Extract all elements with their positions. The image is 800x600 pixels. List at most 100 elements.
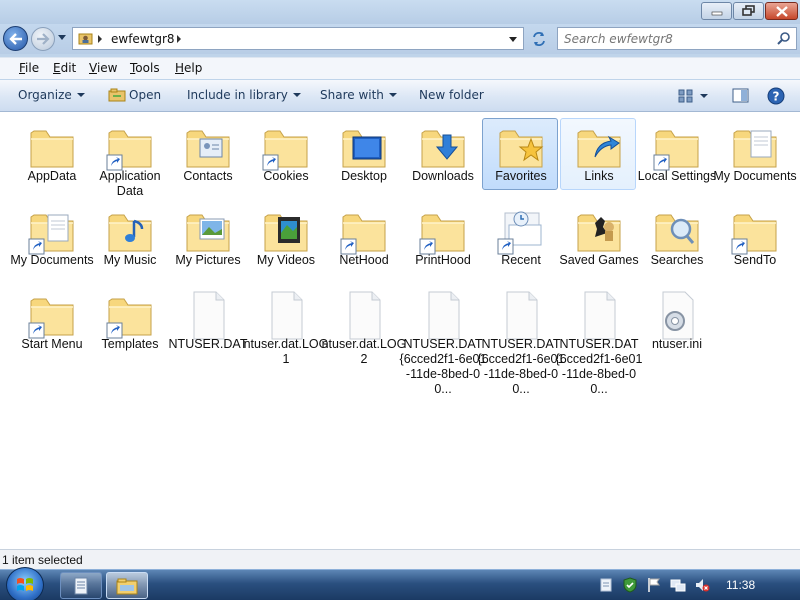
chevron-down-icon <box>76 93 85 97</box>
downloads-folder-icon <box>421 130 465 168</box>
taskbar-app-button[interactable] <box>60 572 102 599</box>
action-center-icon[interactable] <box>598 577 614 593</box>
file-item[interactable]: My Documents <box>713 118 797 190</box>
navigation-bar: ewfewtgr8 <box>0 24 800 54</box>
minimize-button[interactable] <box>701 2 732 20</box>
file-icon <box>506 291 538 340</box>
breadcrumb-current[interactable]: ewfewtgr8 <box>111 32 175 46</box>
open-button[interactable]: Open <box>129 88 161 102</box>
recent-pages-dropdown[interactable] <box>58 35 66 40</box>
links-folder-icon <box>577 130 621 168</box>
file-item[interactable]: Contacts <box>169 118 245 190</box>
file-item[interactable]: Links <box>560 118 636 190</box>
file-item[interactable]: My Documents <box>10 202 94 274</box>
file-item[interactable]: AppData <box>13 118 89 190</box>
file-item[interactable]: ntuser.dat.LOG2 <box>322 286 406 366</box>
file-item[interactable]: Cookies <box>247 118 323 190</box>
file-item[interactable]: Start Menu <box>13 286 89 358</box>
status-bar: 1 item selected <box>0 549 800 569</box>
file-item[interactable]: My Music <box>91 202 167 274</box>
file-item[interactable]: PrintHood <box>404 202 480 274</box>
menu-help[interactable]: Help <box>175 61 202 75</box>
menu-tools[interactable]: Tools <box>130 61 160 75</box>
include-in-library-button[interactable]: Include in library <box>187 88 301 102</box>
search-input[interactable] <box>564 31 774 47</box>
include-in-library-label: Include in library <box>187 88 288 102</box>
file-item-label: NTUSER.DAT{6cced2f1-6e01-11de-8bed-00... <box>399 337 487 396</box>
forward-button[interactable] <box>31 27 55 51</box>
file-item-label: Application Data <box>99 169 161 198</box>
file-item[interactable]: NetHood <box>325 202 401 274</box>
file-item-label: NetHood <box>339 253 389 267</box>
file-item[interactable]: NTUSER.DAT{6cced2f1-6e01-11de-8bed-00... <box>478 286 564 396</box>
address-bar[interactable]: ewfewtgr8 <box>72 27 524 50</box>
volume-muted-icon[interactable] <box>694 577 710 593</box>
menu-view[interactable]: View <box>89 61 117 75</box>
refresh-button[interactable] <box>526 27 552 50</box>
file-item-label: Cookies <box>263 169 309 183</box>
close-button[interactable] <box>765 2 798 20</box>
file-item-label: Downloads <box>412 169 474 183</box>
organize-button[interactable]: Organize <box>18 88 85 102</box>
search-box[interactable] <box>557 27 797 50</box>
file-item[interactable]: Searches <box>638 202 714 274</box>
document-app-icon <box>74 577 88 594</box>
back-button[interactable] <box>3 26 28 51</box>
file-item[interactable]: Desktop <box>325 118 401 190</box>
change-view-icon[interactable] <box>678 89 694 103</box>
flag-icon[interactable] <box>646 577 662 593</box>
file-item-label: PrintHood <box>415 253 471 267</box>
help-icon[interactable]: ? <box>767 87 785 105</box>
file-item[interactable]: Favorites <box>482 118 558 190</box>
maximize-button[interactable] <box>733 2 764 20</box>
file-item[interactable]: My Videos <box>247 202 323 274</box>
folder-icon <box>28 298 74 339</box>
file-item[interactable]: NTUSER.DAT{6cced2f1-6e01-11de-8bed-00... <box>400 286 486 396</box>
menu-file[interactable]: File <box>19 61 39 75</box>
open-label: Open <box>129 88 162 102</box>
file-item-label: My Music <box>103 253 157 267</box>
file-icon <box>428 291 460 340</box>
search-icon[interactable] <box>776 31 792 47</box>
file-item-label: ntuser.ini <box>651 337 703 351</box>
file-item[interactable]: Downloads <box>404 118 480 190</box>
searches-folder-icon <box>655 214 699 252</box>
file-item[interactable]: Local Settings <box>638 118 716 190</box>
file-item[interactable]: ntuser.dat.LOG1 <box>244 286 328 366</box>
file-item[interactable]: NTUSER.DAT <box>169 286 247 358</box>
file-item[interactable]: Saved Games <box>559 202 639 274</box>
taskbar-explorer-button[interactable] <box>106 572 148 599</box>
network-icon[interactable] <box>670 577 686 593</box>
file-item[interactable]: ntuser.ini <box>638 286 714 358</box>
contacts-folder-icon <box>186 130 230 168</box>
file-item[interactable]: My Pictures <box>169 202 245 274</box>
menu-bar: File Edit View Tools Help <box>0 57 800 79</box>
new-folder-button[interactable]: New folder <box>419 88 484 102</box>
address-history-dropdown[interactable] <box>509 37 517 42</box>
file-item[interactable]: Recent <box>482 202 558 274</box>
file-item[interactable]: SendTo <box>716 202 792 274</box>
forward-arrow-icon <box>37 33 50 45</box>
view-options-dropdown[interactable] <box>700 94 708 98</box>
chevron-down-icon <box>388 93 397 97</box>
refresh-icon <box>533 31 545 46</box>
taskbar: 11:38 <box>0 567 800 600</box>
system-clock[interactable]: 11:38 <box>726 578 755 592</box>
file-item[interactable]: NTUSER.DAT{6cced2f1-6e01-11de-8bed-00... <box>556 286 642 396</box>
breadcrumb-separator-icon[interactable] <box>98 35 102 43</box>
security-shield-icon[interactable] <box>622 577 638 593</box>
share-with-button[interactable]: Share with <box>320 88 397 102</box>
file-item-label: Templates <box>101 337 159 351</box>
file-item-label: Start Menu <box>21 337 83 351</box>
menu-edit[interactable]: Edit <box>53 61 76 75</box>
file-item[interactable]: Application Data <box>91 118 167 198</box>
chevron-down-icon <box>292 93 301 97</box>
file-item[interactable]: Templates <box>91 286 167 358</box>
breadcrumb-separator-icon[interactable] <box>177 35 181 43</box>
file-item-label: SendTo <box>733 253 777 267</box>
start-button[interactable] <box>6 567 44 600</box>
svg-text:?: ? <box>773 90 780 104</box>
folder-icon <box>262 130 308 171</box>
file-item-label: My Documents <box>10 253 94 267</box>
preview-pane-icon[interactable] <box>732 88 749 103</box>
